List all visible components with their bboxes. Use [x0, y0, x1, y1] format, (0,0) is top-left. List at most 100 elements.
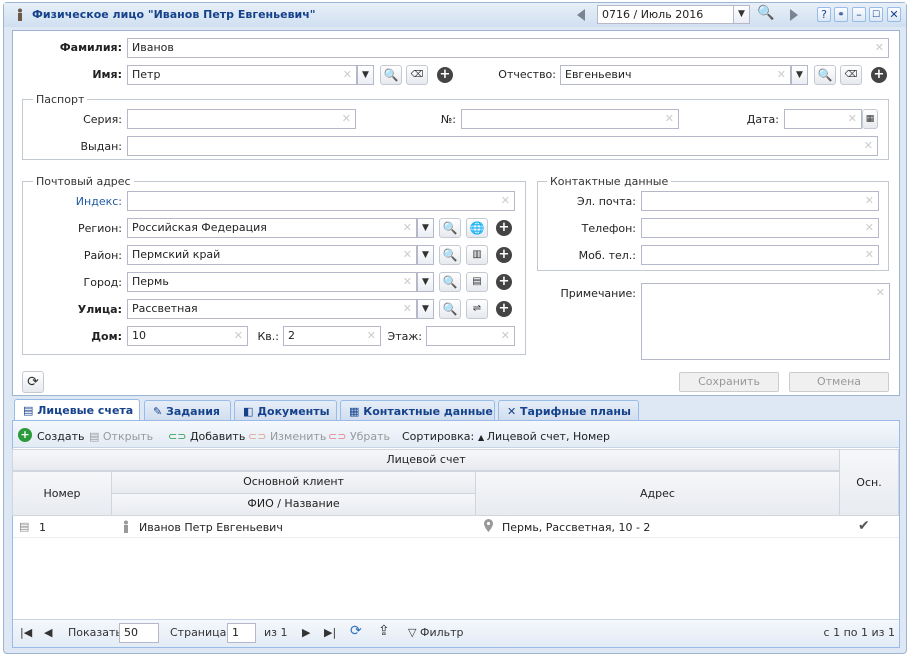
- clear-icon[interactable]: ✕: [865, 219, 874, 237]
- period-select[interactable]: 0716 / Июль 2016: [597, 5, 735, 24]
- tab-tasks[interactable]: ✎ Задания: [144, 400, 231, 422]
- sort-button[interactable]: ▲ Лицевой счет, Номер: [478, 430, 610, 443]
- calendar-icon[interactable]: ▦: [862, 109, 878, 129]
- clear-icon[interactable]: ✕: [865, 192, 874, 210]
- search-icon[interactable]: 🔍: [439, 245, 461, 265]
- cancel-button[interactable]: Отмена: [789, 372, 889, 392]
- clear-icon[interactable]: ✕: [665, 110, 674, 128]
- patronymic-dropdown-button[interactable]: ▼: [791, 65, 808, 85]
- last-page-icon[interactable]: ▶|: [324, 626, 336, 639]
- clear-icon[interactable]: ✕: [403, 246, 412, 264]
- erase-icon[interactable]: ⌫: [840, 65, 862, 85]
- street-dropdown-button[interactable]: ▼: [417, 299, 434, 319]
- column-client[interactable]: ФИО / Название: [111, 493, 476, 516]
- clear-icon[interactable]: ✕: [876, 284, 885, 302]
- clear-icon[interactable]: ✕: [848, 110, 857, 128]
- search-icon[interactable]: 🔍: [439, 218, 461, 238]
- signpost-icon[interactable]: ⇌: [466, 299, 488, 319]
- phone-field[interactable]: ✕: [641, 218, 879, 238]
- tab-tariffs[interactable]: ✕ Тарифные планы: [498, 400, 639, 422]
- refresh-icon[interactable]: ⟳: [350, 623, 362, 639]
- name-dropdown-button[interactable]: ▼: [357, 65, 374, 85]
- edit-button[interactable]: ⊂⊃ Изменить: [248, 430, 326, 443]
- next-page-icon[interactable]: ▶: [302, 626, 310, 639]
- clear-icon[interactable]: ✕: [234, 327, 243, 345]
- add-icon[interactable]: +: [437, 67, 453, 83]
- add-icon[interactable]: +: [496, 247, 512, 263]
- add-icon[interactable]: +: [871, 67, 887, 83]
- column-number[interactable]: Номер: [12, 471, 112, 516]
- clear-icon[interactable]: ✕: [343, 66, 352, 84]
- clear-icon[interactable]: ✕: [501, 327, 510, 345]
- period-prev-button[interactable]: [572, 6, 590, 24]
- region-field[interactable]: Российская Федерация ✕: [127, 218, 417, 238]
- first-page-icon[interactable]: |◀: [20, 626, 32, 639]
- add-icon[interactable]: +: [496, 274, 512, 290]
- mobile-field[interactable]: ✕: [641, 245, 879, 265]
- column-address[interactable]: Адрес: [475, 471, 840, 516]
- clear-icon[interactable]: ✕: [777, 66, 786, 84]
- close-icon[interactable]: ✕: [887, 7, 901, 22]
- street-field[interactable]: Рассветная ✕: [127, 299, 417, 319]
- city-field[interactable]: Пермь ✕: [127, 272, 417, 292]
- patronymic-field[interactable]: Евгеньевич ✕: [560, 65, 791, 85]
- filter-button[interactable]: ▽ Фильтр: [408, 626, 464, 639]
- region-dropdown-button[interactable]: ▼: [417, 218, 434, 238]
- refresh-icon[interactable]: ⟳: [22, 371, 44, 393]
- remove-button[interactable]: ⊂⊃ Убрать: [328, 430, 390, 443]
- clear-icon[interactable]: ✕: [864, 137, 873, 155]
- page-size-field[interactable]: 50: [119, 623, 159, 643]
- flat-field[interactable]: 2 ✕: [283, 326, 381, 346]
- note-textarea[interactable]: ✕: [641, 283, 890, 360]
- export-icon[interactable]: ⇪: [378, 623, 390, 639]
- clear-icon[interactable]: ✕: [403, 273, 412, 291]
- prev-page-icon[interactable]: ◀: [44, 626, 52, 639]
- tab-accounts[interactable]: ▤ Лицевые счета: [14, 399, 140, 422]
- date-field[interactable]: ✕: [784, 109, 862, 129]
- create-icon[interactable]: +: [18, 428, 32, 442]
- building-icon[interactable]: ▤: [466, 272, 488, 292]
- binoculars-icon[interactable]: ⚭: [834, 7, 848, 22]
- search-icon[interactable]: 🔍: [755, 4, 777, 24]
- add-button[interactable]: ⊂⊃ Добавить: [168, 430, 245, 443]
- clear-icon[interactable]: ✕: [367, 327, 376, 345]
- index-label[interactable]: Индекс:: [30, 195, 122, 208]
- tab-documents[interactable]: ◧ Документы: [234, 400, 337, 422]
- help-icon[interactable]: ?: [817, 7, 831, 22]
- add-icon[interactable]: +: [496, 220, 512, 236]
- search-icon[interactable]: 🔍: [439, 272, 461, 292]
- open-button[interactable]: ▤ Открыть: [89, 430, 153, 443]
- number-field[interactable]: ✕: [461, 109, 679, 129]
- clear-icon[interactable]: ✕: [403, 219, 412, 237]
- district-field[interactable]: Пермский край ✕: [127, 245, 417, 265]
- period-dropdown-button[interactable]: ▼: [733, 5, 750, 24]
- district-dropdown-button[interactable]: ▼: [417, 245, 434, 265]
- house-field[interactable]: 10 ✕: [127, 326, 248, 346]
- save-button[interactable]: Сохранить: [679, 372, 779, 392]
- clear-icon[interactable]: ✕: [501, 192, 510, 210]
- clear-icon[interactable]: ✕: [342, 110, 351, 128]
- add-icon[interactable]: +: [496, 301, 512, 317]
- index-field[interactable]: ✕: [127, 191, 515, 211]
- erase-icon[interactable]: ⌫: [406, 65, 428, 85]
- minimize-icon[interactable]: –: [852, 7, 866, 22]
- city-dropdown-button[interactable]: ▼: [417, 272, 434, 292]
- clear-icon[interactable]: ✕: [403, 300, 412, 318]
- surname-field[interactable]: Иванов ✕: [127, 38, 889, 58]
- floor-field[interactable]: ✕: [426, 326, 515, 346]
- clear-icon[interactable]: ✕: [875, 39, 884, 57]
- search-icon[interactable]: 🔍: [439, 299, 461, 319]
- issued-field[interactable]: ✕: [127, 136, 878, 156]
- maximize-icon[interactable]: ☐: [869, 7, 883, 22]
- tab-contacts[interactable]: ▦ Контактные данные: [340, 400, 495, 422]
- name-field[interactable]: Петр ✕: [127, 65, 357, 85]
- column-main[interactable]: Осн.: [839, 449, 899, 516]
- create-button[interactable]: Создать: [37, 430, 85, 443]
- map-icon[interactable]: ▥: [466, 245, 488, 265]
- clear-icon[interactable]: ✕: [865, 246, 874, 264]
- period-next-button[interactable]: [785, 6, 803, 24]
- search-icon[interactable]: 🔍: [814, 65, 836, 85]
- series-field[interactable]: ✕: [127, 109, 356, 129]
- search-icon[interactable]: 🔍: [380, 65, 402, 85]
- email-field[interactable]: ✕: [641, 191, 879, 211]
